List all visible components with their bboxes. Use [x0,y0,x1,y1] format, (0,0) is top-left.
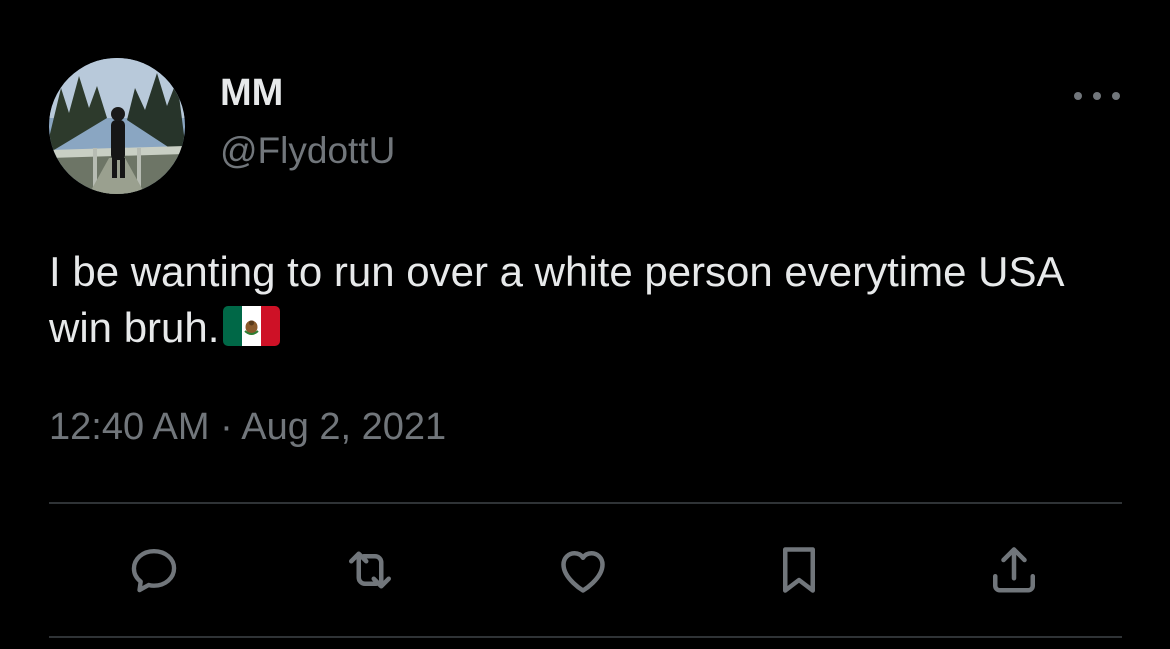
dot [1112,92,1120,100]
author-display-name[interactable]: MM [220,70,283,116]
retweet-icon [349,551,391,589]
reply-icon [131,548,177,593]
tweet-timestamp[interactable]: 12:40 AM · Aug 2, 2021 [49,403,446,451]
retweet-button[interactable] [338,536,402,604]
avatar[interactable] [49,58,185,194]
tweet-text-content: I be wanting to run over a white person … [49,248,1063,351]
reply-button[interactable] [122,536,186,604]
action-bar [0,536,1170,604]
divider-top [49,502,1122,504]
more-options-icon[interactable] [1074,84,1120,108]
bookmark-icon [783,547,815,593]
avatar-photo [49,58,185,194]
author-handle[interactable]: @FlydottU [220,128,395,174]
dot [1093,92,1101,100]
heart-icon [561,551,605,593]
dot [1074,92,1082,100]
divider-bottom [49,636,1122,638]
share-button[interactable] [982,536,1046,604]
mexico-flag-emoji [223,305,281,346]
bookmark-button[interactable] [767,536,831,604]
tweet-text: I be wanting to run over a white person … [49,244,1109,356]
like-button[interactable] [551,536,615,604]
share-icon [993,547,1035,593]
